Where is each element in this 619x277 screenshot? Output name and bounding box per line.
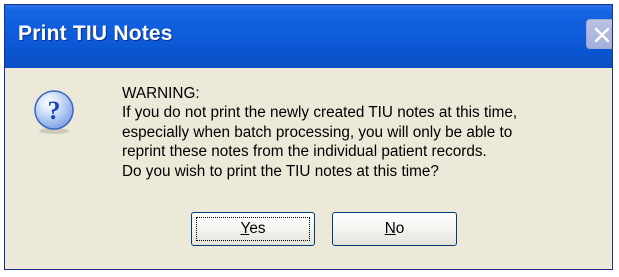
yes-accelerator: Y [240, 220, 250, 237]
no-button[interactable]: No [332, 212, 457, 246]
message-line: especially when batch processing, you wi… [122, 123, 513, 141]
title-bar[interactable]: Print TIU Notes [5, 5, 612, 68]
message-line: Do you wish to print the TIU notes at th… [122, 162, 439, 180]
question-icon: ? [34, 90, 74, 134]
no-label-rest: o [395, 220, 405, 237]
message-line: If you do not print the newly created TI… [122, 104, 518, 122]
dialog-body: ? WARNING: If you do not print the newly… [5, 68, 612, 269]
message-line: WARNING: [122, 85, 200, 102]
yes-button-label: Yes [241, 220, 266, 237]
yes-button[interactable]: Yes [191, 212, 315, 246]
yes-label-rest: es [249, 220, 266, 237]
dialog-title: Print TIU Notes [18, 22, 173, 45]
no-button-label: No [385, 220, 405, 237]
print-tiu-notes-dialog: Print TIU Notes ? WARNING: If you do not… [4, 4, 613, 270]
warning-message: WARNING: If you do not print the newly c… [122, 84, 602, 181]
svg-text:?: ? [48, 96, 61, 125]
close-button[interactable] [586, 19, 612, 49]
close-icon [594, 27, 610, 43]
no-accelerator: N [384, 220, 396, 237]
message-line: reprint these notes from the individual … [122, 143, 487, 161]
